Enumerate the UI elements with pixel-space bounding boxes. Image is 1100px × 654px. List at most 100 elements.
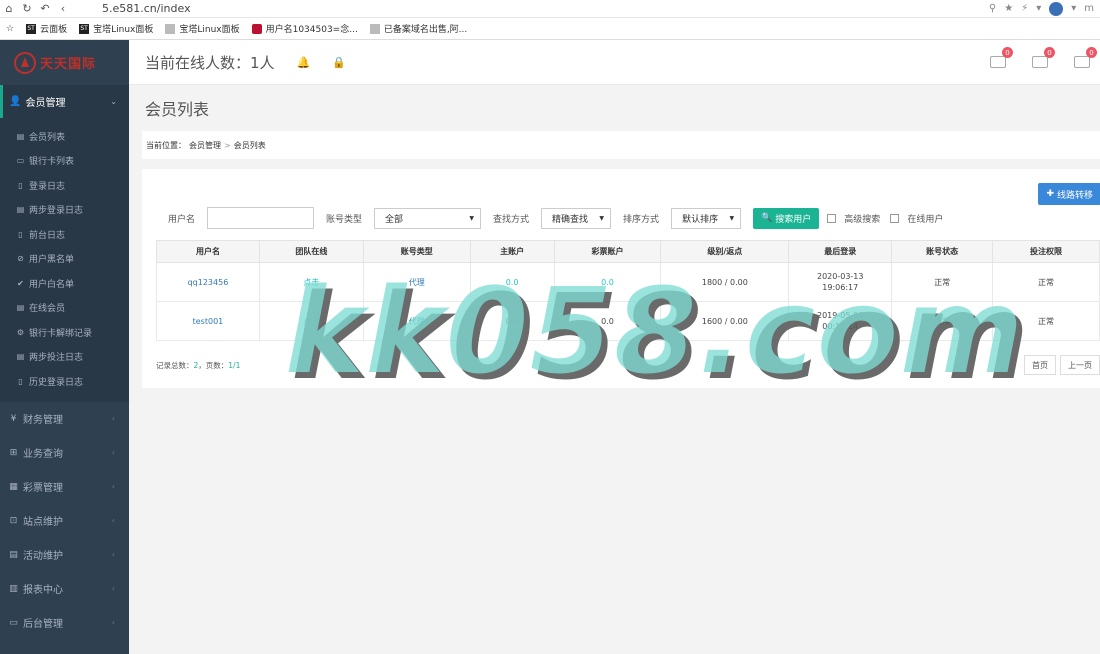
sidebar-item-reports[interactable]: ▥ 报表中心 ‹ <box>0 572 129 606</box>
chevron-left-icon: ‹ <box>111 482 115 491</box>
reload-icon[interactable]: ↻ <box>18 0 36 18</box>
username-label: 用户名 <box>168 214 196 225</box>
sidebar-item-lottery[interactable]: ▦ 彩票管理 ‹ <box>0 470 129 504</box>
ban-icon: ⊘ <box>17 254 24 264</box>
profile-initial: m <box>1084 3 1094 14</box>
back-icon[interactable]: ‹ <box>54 0 72 18</box>
logo-emblem-icon <box>14 51 36 74</box>
caret-down-icon: ▼ <box>469 214 475 222</box>
username-link[interactable]: qq123456 <box>156 262 260 302</box>
chevron-left-icon: ‹ <box>111 584 115 593</box>
submenu-item[interactable]: ⊘ 用户黑名单 <box>0 247 129 272</box>
submenu-item[interactable]: ✔ 用户白名单 <box>0 271 129 296</box>
pagination: 首页 上一页 <box>1024 355 1100 375</box>
submenu-item[interactable]: ⚙ 银行卡解绑记录 <box>0 320 129 345</box>
list-icon: ▤ <box>16 303 25 313</box>
filter-bar: 用户名 账号类型 全部 ▼ 查找方式 精确查找 ▼ 排序方式 默认排序 ▼ 🔍 搜索用户… <box>168 207 953 229</box>
bolt-icon[interactable]: ⚡ <box>1021 3 1028 14</box>
bookmark-item[interactable]: 用户名1034503=念... <box>251 22 358 35</box>
account-type-select[interactable]: 全部 ▼ <box>374 207 482 229</box>
sidebar-item-site-maintenance[interactable]: ⊡ 站点维护 ‹ <box>0 504 129 538</box>
list-icon: ▤ <box>16 205 25 215</box>
bookmark-item[interactable]: 宝塔Linux面板 <box>165 22 240 35</box>
home-icon[interactable]: ⌂ <box>0 0 18 18</box>
sort-label: 排序方式 <box>623 214 660 225</box>
sidebar-item-admin[interactable]: ▭ 后台管理 ‹ <box>0 606 129 640</box>
sidebar-item-business-query[interactable]: ⊞ 业务查询 ‹ <box>0 436 129 470</box>
page-count: 1/1 <box>228 360 241 370</box>
submenu-item[interactable]: ▤ 会员列表 <box>0 124 129 149</box>
doc-icon: ▯ <box>18 376 23 386</box>
doc-icon <box>369 23 380 34</box>
bell-icon[interactable]: 🔔 <box>297 56 311 69</box>
st-icon: ST <box>79 23 90 34</box>
star-icon[interactable]: ☆ <box>6 24 14 34</box>
camera-icon[interactable]: 0 <box>1074 47 1097 68</box>
bookmark-item[interactable]: 已备案域名出售,阿... <box>369 22 467 35</box>
search-method-label: 查找方式 <box>493 214 530 225</box>
url-text[interactable]: 5.e581.cn/index <box>102 2 191 15</box>
chevron-down-icon[interactable]: ▾ <box>1036 3 1041 14</box>
sidebar-item-finance[interactable]: ¥ 财务管理 ‹ <box>0 402 129 436</box>
list-icon: ▤ <box>16 352 25 362</box>
submenu-item[interactable]: ▤ 两步投注日志 <box>0 345 129 370</box>
st-icon: ST <box>26 23 37 34</box>
column-header: 投注权限 <box>992 240 1100 263</box>
user-icon: 👤 <box>9 96 22 107</box>
sort-select[interactable]: 默认排序 ▼ <box>671 207 742 229</box>
caret-down-icon: ▼ <box>729 214 735 222</box>
topbar: 当前在线人数：1人 🔔 🔒 0 0 0 <box>129 40 1100 85</box>
doc-icon: ▯ <box>18 229 23 239</box>
advanced-search-checkbox[interactable] <box>827 213 837 223</box>
network-icon: ⊡ <box>9 515 18 526</box>
pin-icon[interactable]: ⚲ <box>989 3 996 14</box>
submenu-item[interactable]: ▯ 前台日志 <box>0 222 129 247</box>
submenu-item[interactable]: ▤ 两步登录日志 <box>0 198 129 223</box>
submenu-item[interactable]: ▤ 在线会员 <box>0 296 129 321</box>
submenu-item[interactable]: ▯ 历史登录日志 <box>0 369 129 394</box>
mail-icon[interactable]: 0 <box>990 47 1013 68</box>
browser-address-bar: ⌂ ↻ ↶ ‹ 5.e581.cn/index ⚲ ★ ⚡ ▾ ▾ m <box>0 0 1100 18</box>
profile-chevron-icon[interactable]: ▾ <box>1071 3 1076 14</box>
line-transfer-button[interactable]: ✚ 线路转移 <box>1038 183 1100 205</box>
bookmark-item[interactable]: ST 云面板 <box>26 22 67 35</box>
table-header-row: 用户名 团队在线 账号类型 主账户 彩票账户 级别/返点 最后登录 账号状态 投… <box>156 240 1100 263</box>
chevron-left-icon: ‹ <box>111 516 115 525</box>
lock-icon[interactable]: 🔒 <box>332 56 346 69</box>
username-link[interactable]: test001 <box>156 301 260 341</box>
caret-down-icon: ▼ <box>599 214 605 222</box>
doc-icon <box>165 23 176 34</box>
list-icon: ▤ <box>16 131 25 141</box>
online-users-checkbox[interactable] <box>890 213 900 223</box>
username-input[interactable] <box>207 207 315 229</box>
logo[interactable]: 天天国际 <box>0 40 129 85</box>
star-icon[interactable]: ★ <box>1004 3 1013 14</box>
sidebar-item-member-management[interactable]: 👤 会员管理 ⌄ <box>0 85 129 118</box>
chevron-left-icon: ‹ <box>111 448 115 457</box>
card-icon[interactable]: 0 <box>1032 47 1055 68</box>
sitemap-icon: ⊞ <box>9 447 18 458</box>
breadcrumb-separator: > <box>224 140 231 150</box>
breadcrumb-item[interactable]: 会员管理 <box>189 140 221 151</box>
calendar-icon: ▤ <box>9 549 18 560</box>
first-page-button[interactable]: 首页 <box>1024 355 1056 375</box>
page-title: 会员列表 <box>145 100 210 119</box>
brand-name: 天天国际 <box>40 57 97 72</box>
submenu-item[interactable]: ▭ 银行卡列表 <box>0 149 129 174</box>
profile-avatar[interactable] <box>1049 1 1064 16</box>
bookmark-item[interactable]: ST 宝塔Linux面板 <box>79 22 153 35</box>
column-header: 级别/返点 <box>660 240 790 263</box>
search-method-select[interactable]: 精确查找 ▼ <box>541 207 612 229</box>
chevron-left-icon: ‹ <box>111 550 115 559</box>
bar-chart-icon: ▥ <box>9 583 18 594</box>
yen-icon: ¥ <box>10 413 17 424</box>
sidebar-item-activity[interactable]: ▤ 活动维护 ‹ <box>0 538 129 572</box>
submenu-item[interactable]: ▯ 登录日志 <box>0 173 129 198</box>
undo-icon[interactable]: ↶ <box>36 0 54 18</box>
monitor-icon: ▭ <box>9 617 18 628</box>
search-user-button[interactable]: 🔍 搜索用户 <box>753 207 820 229</box>
prev-page-button[interactable]: 上一页 <box>1060 355 1100 375</box>
plus-icon: ✚ <box>1046 189 1054 199</box>
column-header: 最后登录 <box>788 240 893 263</box>
online-users-label: 在线用户 <box>907 214 944 225</box>
